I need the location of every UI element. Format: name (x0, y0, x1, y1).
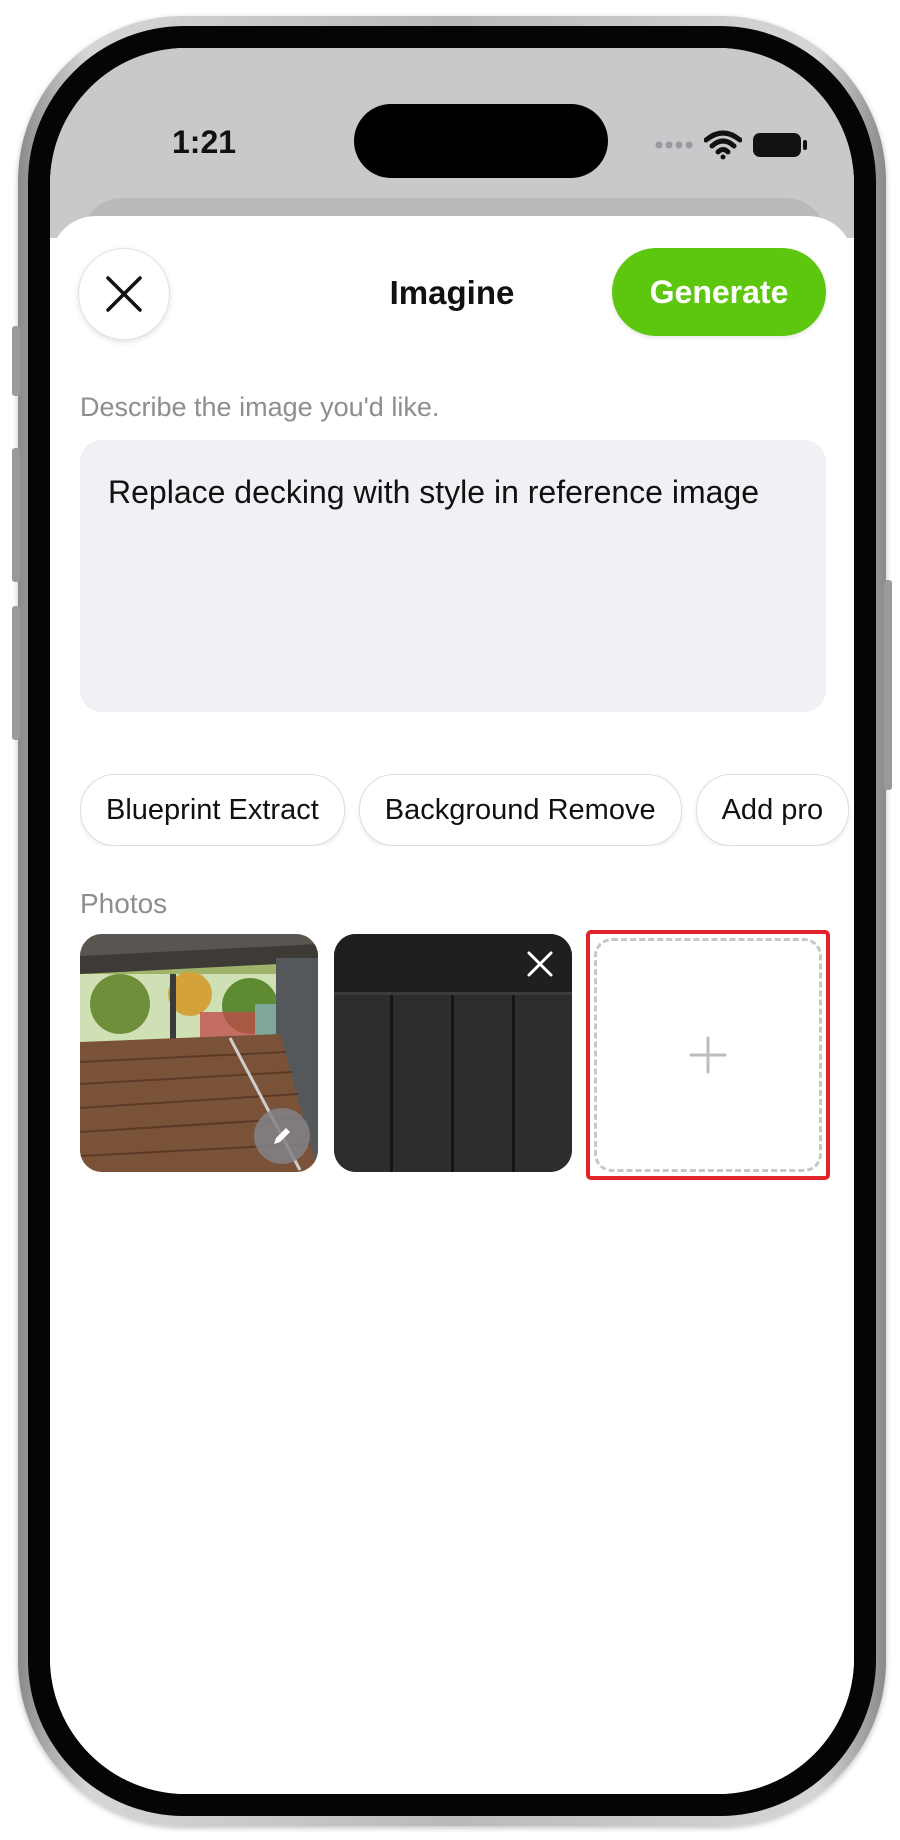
prompt-text: Replace decking with style in reference … (108, 474, 759, 510)
imagine-sheet: Imagine Generate Describe the image you'… (50, 216, 854, 1794)
power-button (884, 580, 892, 790)
prompt-label: Describe the image you'd like. (80, 392, 440, 422)
screen: 1:21 Imagine Generate Describe the image… (50, 48, 854, 1794)
volume-down-button (12, 606, 20, 740)
generate-button[interactable]: Generate (612, 248, 826, 336)
signal-icon (655, 141, 693, 149)
chip-add-pro[interactable]: Add pro (695, 774, 850, 846)
pencil-icon (274, 1128, 290, 1144)
chip-background-remove[interactable]: Background Remove (358, 774, 682, 846)
deck-photo[interactable] (80, 934, 318, 1172)
edit-photo-button[interactable] (254, 1108, 310, 1164)
photos-label: Photos (80, 888, 168, 919)
plus-icon (689, 1036, 727, 1074)
status-time: 1:21 (172, 124, 237, 160)
dynamic-island (354, 104, 608, 178)
add-photo-button[interactable] (594, 938, 822, 1172)
close-icon (527, 951, 553, 977)
battery-icon (753, 133, 807, 157)
status-icons (654, 128, 808, 162)
phone-frame: 1:21 Imagine Generate Describe the image… (12, 16, 892, 1826)
prompt-input[interactable]: Replace decking with style in reference … (80, 440, 826, 712)
reference-photo[interactable] (334, 934, 572, 1172)
chip-blueprint-extract[interactable]: Blueprint Extract (80, 774, 345, 846)
action-button (12, 326, 20, 396)
volume-up-button (12, 448, 20, 582)
wifi-icon (704, 130, 742, 160)
suggestion-chips: Blueprint Extract Background Remove Add … (80, 774, 854, 846)
bezel: 1:21 Imagine Generate Describe the image… (28, 26, 876, 1816)
add-photo-highlight (586, 930, 830, 1180)
remove-photo-button[interactable] (518, 942, 562, 986)
